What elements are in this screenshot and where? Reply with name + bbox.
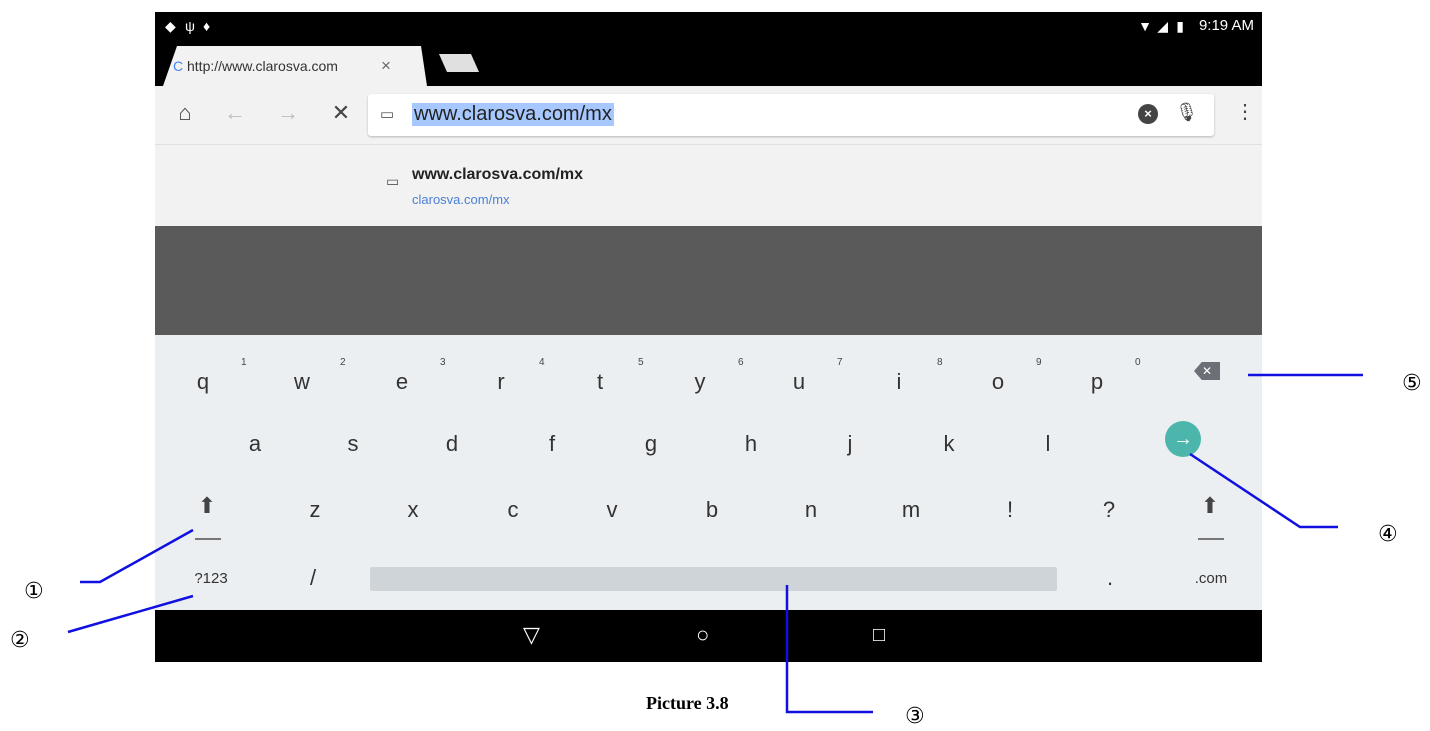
callout-line-3 (785, 585, 873, 714)
callout-1: ① (24, 579, 44, 604)
callout-2: ② (10, 628, 30, 653)
callout-line-1 (80, 528, 194, 584)
callout-line-2 (67, 594, 194, 634)
callout-3: ③ (905, 704, 925, 729)
callout-4: ④ (1378, 522, 1398, 547)
figure-caption: Picture 3.8 (646, 693, 729, 713)
callout-line-4 (1189, 452, 1338, 529)
callout-5: ⑤ (1402, 371, 1422, 396)
annotation-lines (67, 373, 1363, 714)
